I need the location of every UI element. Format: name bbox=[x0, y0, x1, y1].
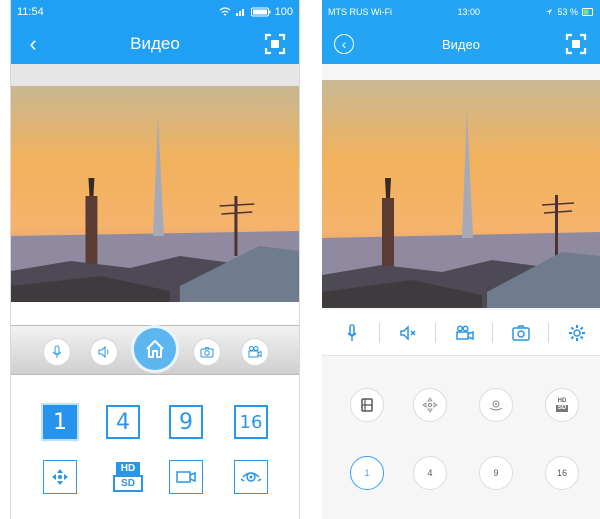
layout-9-button[interactable]: 9 bbox=[169, 405, 203, 439]
toolbar-separator bbox=[548, 323, 549, 343]
status-time: 13:00 bbox=[457, 7, 480, 17]
status-carrier: MTS RUS Wi-Fi bbox=[328, 7, 392, 17]
location-icon bbox=[546, 9, 553, 15]
microphone-button[interactable] bbox=[43, 338, 71, 366]
wifi-icon bbox=[219, 7, 231, 16]
phone-left: 11:54 100 ‹ Видео 1 4 9 16 HD SD bbox=[10, 0, 300, 519]
ptz-arrows-icon bbox=[422, 397, 438, 413]
ptz-arrows-icon bbox=[52, 469, 68, 485]
ptz-button[interactable] bbox=[413, 388, 447, 422]
layout-4-button[interactable]: 4 bbox=[413, 456, 447, 490]
battery-level: 100 bbox=[274, 6, 293, 18]
hd-label: HD bbox=[557, 398, 567, 404]
chevron-left-icon[interactable]: ‹ bbox=[21, 31, 45, 56]
panorama-icon bbox=[489, 400, 503, 411]
video-preview[interactable] bbox=[322, 80, 600, 308]
sd-label: SD bbox=[555, 405, 569, 412]
ptz-button[interactable] bbox=[43, 460, 77, 494]
toolbar-separator bbox=[435, 323, 436, 343]
record-button[interactable] bbox=[241, 338, 269, 366]
fullscreen-icon[interactable] bbox=[263, 32, 287, 56]
microphone-icon bbox=[52, 345, 62, 358]
toolbar-separator bbox=[379, 323, 380, 343]
mute-icon bbox=[400, 325, 416, 341]
layout-1-button[interactable]: 1 bbox=[350, 456, 384, 490]
header: ‹ Видео bbox=[322, 24, 600, 64]
video-record-icon bbox=[248, 346, 262, 358]
city-scene-image bbox=[11, 86, 299, 302]
layout-16-button[interactable]: 16 bbox=[545, 456, 579, 490]
status-time: 11:54 bbox=[17, 6, 44, 18]
quality-toggle[interactable]: HD SD bbox=[545, 388, 579, 422]
home-icon bbox=[146, 340, 164, 358]
panorama-button[interactable] bbox=[479, 388, 513, 422]
record-button[interactable] bbox=[452, 320, 478, 346]
battery-icon bbox=[581, 8, 593, 16]
settings-button[interactable] bbox=[564, 320, 590, 346]
control-toolbar bbox=[322, 310, 600, 356]
page-title: Видео bbox=[130, 34, 180, 53]
battery-level: 53 % bbox=[557, 7, 578, 17]
header: ‹ Видео bbox=[11, 24, 299, 64]
layout-16-button[interactable]: 16 bbox=[234, 405, 268, 439]
quality-toggle[interactable]: HD SD bbox=[109, 460, 147, 494]
film-icon bbox=[361, 398, 373, 412]
camcorder-button[interactable] bbox=[169, 460, 203, 494]
layout-9-button[interactable]: 9 bbox=[479, 456, 513, 490]
circle-back-icon[interactable]: ‹ bbox=[334, 34, 354, 54]
status-bar: 11:54 100 bbox=[11, 0, 299, 24]
speaker-button[interactable] bbox=[90, 338, 118, 366]
page-title: Видео bbox=[442, 36, 480, 52]
status-bar: MTS RUS Wi-Fi 13:00 53 % bbox=[322, 0, 600, 24]
status-indicators: 53 % bbox=[545, 7, 594, 17]
snapshot-button[interactable] bbox=[508, 320, 534, 346]
status-indicators: 100 bbox=[219, 6, 293, 18]
toolbar-separator bbox=[492, 323, 493, 343]
signal-icon bbox=[235, 9, 244, 16]
panorama-button[interactable] bbox=[234, 460, 268, 494]
divider-band bbox=[11, 64, 299, 86]
snapshot-button[interactable] bbox=[193, 338, 221, 366]
layout-1-button[interactable]: 1 bbox=[43, 405, 77, 439]
phone-right: MTS RUS Wi-Fi 13:00 53 % ‹ Видео HD SD 1… bbox=[322, 0, 600, 519]
hd-sd-icon: HD SD bbox=[555, 398, 569, 412]
camera-icon bbox=[200, 347, 214, 358]
camcorder-icon bbox=[176, 471, 196, 483]
sd-label: SD bbox=[113, 475, 143, 492]
hd-label: HD bbox=[115, 462, 141, 475]
mute-button[interactable] bbox=[395, 320, 421, 346]
camera-icon bbox=[512, 325, 530, 341]
video-record-icon bbox=[456, 325, 474, 341]
gear-icon bbox=[569, 325, 585, 341]
video-preview[interactable] bbox=[11, 86, 299, 302]
battery-icon bbox=[250, 7, 271, 17]
microphone-icon bbox=[347, 324, 357, 341]
city-scene-image bbox=[322, 80, 600, 308]
playback-button[interactable] bbox=[350, 388, 384, 422]
layout-4-button[interactable]: 4 bbox=[106, 405, 140, 439]
fullscreen-icon[interactable] bbox=[564, 32, 588, 56]
panorama-icon bbox=[240, 472, 262, 482]
speaker-icon bbox=[98, 345, 109, 359]
home-button[interactable] bbox=[131, 325, 179, 373]
microphone-button[interactable] bbox=[339, 320, 365, 346]
